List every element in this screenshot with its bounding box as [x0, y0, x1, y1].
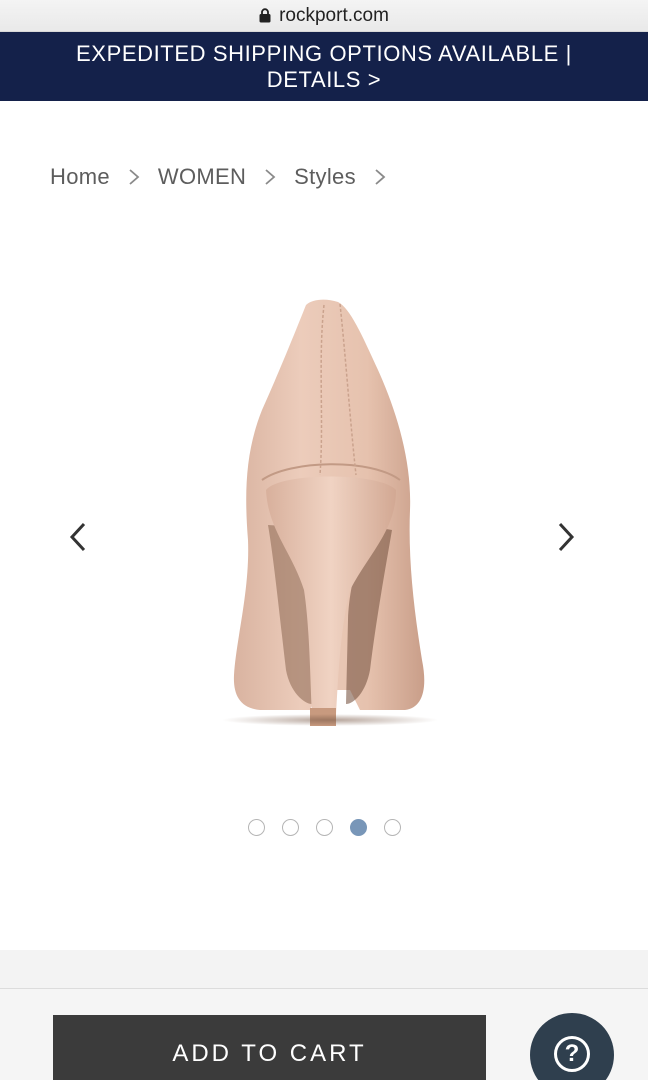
add-to-cart-label: ADD TO CART: [172, 1040, 367, 1067]
carousel-next-button[interactable]: [546, 517, 586, 557]
breadcrumb-home[interactable]: Home: [50, 164, 110, 190]
chevron-right-icon: [558, 522, 575, 552]
question-icon: ?: [554, 1036, 590, 1072]
shipping-promo-banner[interactable]: EXPEDITED SHIPPING OPTIONS AVAILABLE | D…: [0, 32, 648, 101]
breadcrumb: Home WOMEN Styles: [50, 160, 404, 194]
add-to-cart-button[interactable]: ADD TO CART: [53, 1015, 486, 1080]
carousel-dot-3[interactable]: [315, 819, 333, 836]
carousel-dot-2[interactable]: [281, 819, 299, 836]
carousel-prev-button[interactable]: [58, 517, 98, 557]
carousel-dot-1[interactable]: [247, 819, 265, 836]
chevron-right-icon: [128, 168, 140, 186]
breadcrumb-women[interactable]: WOMEN: [158, 164, 246, 190]
lock-icon: [259, 7, 271, 22]
carousel-dot-5[interactable]: [383, 819, 401, 836]
breadcrumb-styles[interactable]: Styles: [294, 164, 356, 190]
carousel-pagination: [0, 819, 648, 839]
product-image-pump-rear: [200, 290, 460, 740]
browser-url-bar[interactable]: rockport.com: [0, 0, 648, 32]
url-text: rockport.com: [279, 4, 389, 26]
help-symbol: ?: [564, 1040, 580, 1067]
carousel-dot-4-active[interactable]: [349, 819, 367, 836]
promo-line-1: EXPEDITED SHIPPING OPTIONS AVAILABLE |: [76, 40, 572, 66]
promo-details-link[interactable]: DETAILS >: [267, 67, 381, 93]
chevron-right-icon: [374, 168, 386, 186]
chevron-left-icon: [69, 522, 86, 552]
chevron-right-icon: [264, 168, 276, 186]
product-image-carousel[interactable]: [0, 220, 648, 860]
